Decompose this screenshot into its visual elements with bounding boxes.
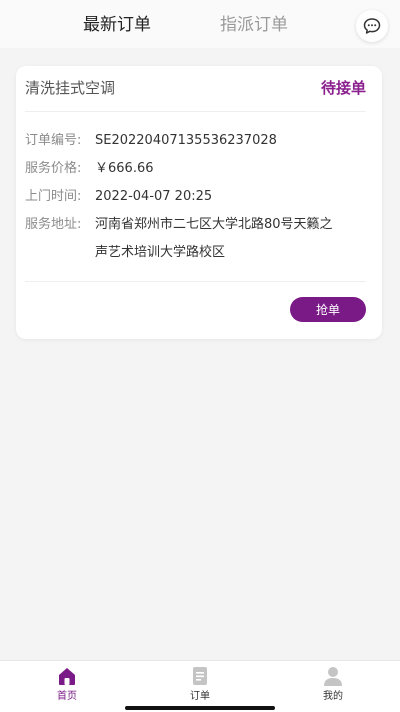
tab-latest-orders[interactable]: 最新订单 bbox=[83, 14, 151, 36]
order-number-label: 订单编号: bbox=[25, 133, 82, 148]
order-number-value: SE20220407135536237028 bbox=[95, 133, 277, 148]
order-icon bbox=[193, 667, 207, 685]
price-value: ￥666.66 bbox=[95, 161, 154, 176]
user-icon bbox=[324, 667, 342, 686]
tabbar-label-home: 首页 bbox=[57, 691, 77, 702]
address-value: 河南省郑州市二七区大学北路80号天籁之声艺术培训大学路校区 bbox=[95, 217, 333, 260]
tab-assigned-orders[interactable]: 指派订单 bbox=[220, 14, 288, 36]
tabbar-item-home[interactable]: 首页 bbox=[37, 665, 97, 703]
divider bbox=[25, 281, 366, 282]
message-button[interactable] bbox=[356, 10, 388, 42]
visit-time-value: 2022-04-07 20:25 bbox=[95, 189, 213, 204]
tabbar-label-orders: 订单 bbox=[190, 691, 210, 702]
home-icon bbox=[59, 668, 75, 685]
tabbar-label-mine: 我的 bbox=[323, 691, 343, 702]
address-label: 服务地址: bbox=[25, 217, 82, 232]
price-label: 服务价格: bbox=[25, 161, 82, 176]
visit-time-label: 上门时间: bbox=[25, 189, 82, 204]
grab-order-button[interactable]: 抢单 bbox=[290, 297, 366, 322]
status-badge: 待接单 bbox=[320, 79, 366, 97]
home-indicator bbox=[125, 706, 275, 710]
tabbar-item-mine[interactable]: 我的 bbox=[303, 665, 363, 703]
tabbar-item-orders[interactable]: 订单 bbox=[170, 665, 230, 703]
bottom-tab-bar: 首页 订单 我的 bbox=[0, 660, 400, 712]
order-card[interactable]: 清洗挂式空调 待接单 订单编号: SE20220407135536237028 … bbox=[16, 66, 382, 339]
divider bbox=[25, 111, 366, 112]
chat-bubble-icon bbox=[363, 18, 381, 34]
order-title: 清洗挂式空调 bbox=[25, 79, 116, 97]
top-tabs: 最新订单 指派订单 bbox=[0, 0, 400, 48]
